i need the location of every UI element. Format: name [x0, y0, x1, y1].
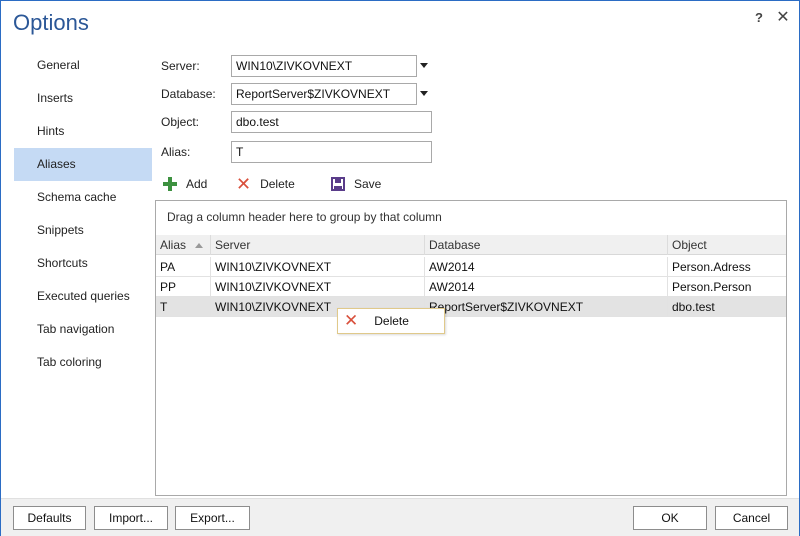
cancel-button[interactable]: Cancel [715, 506, 788, 530]
cell-alias: PP [156, 277, 211, 297]
alias-row: Alias: T [161, 141, 433, 163]
cell-database: AW2014 [425, 257, 668, 277]
database-dropdown-icon[interactable] [420, 91, 428, 96]
help-button[interactable]: ? [749, 9, 769, 27]
sidebar-item-tab-navigation[interactable]: Tab navigation [14, 313, 152, 346]
cell-object: Person.Adress [672, 260, 751, 274]
save-button[interactable]: Save [331, 174, 381, 194]
group-by-panel[interactable]: Drag a column header here to group by th… [156, 201, 786, 235]
context-menu-delete[interactable]: ✕ Delete [340, 311, 442, 331]
server-dropdown-icon[interactable] [420, 63, 428, 68]
server-row: Server: WIN10\ZIVKOVNEXT [161, 55, 441, 77]
column-header-object[interactable]: Object [668, 235, 786, 255]
help-icon: ? [755, 10, 763, 25]
column-header-database[interactable]: Database [425, 235, 668, 255]
save-label: Save [354, 177, 382, 191]
aliases-grid[interactable]: Drag a column header here to group by th… [155, 200, 787, 496]
sidebar-item-shortcuts[interactable]: Shortcuts [14, 247, 152, 280]
import-button[interactable]: Import... [94, 506, 168, 530]
delete-label: Delete [260, 177, 295, 191]
defaults-button[interactable]: Defaults [13, 506, 86, 530]
dialog-footer: Defaults Import... Export... OK Cancel [1, 498, 799, 536]
sidebar-item-aliases[interactable]: Aliases [14, 148, 152, 181]
sidebar-item-hints[interactable]: Hints [14, 115, 152, 148]
sidebar-nav: General Inserts Hints Aliases Schema cac… [14, 49, 152, 379]
delete-x-icon: ✕ [344, 311, 359, 330]
delete-button[interactable]: ✕ Delete [236, 174, 295, 194]
alias-input[interactable]: T [231, 141, 432, 163]
sidebar-item-general[interactable]: General [14, 49, 152, 82]
cell-object: Person.Person [672, 280, 752, 294]
database-row: Database: ReportServer$ZIVKOVNEXT [161, 83, 441, 105]
sort-ascending-icon [195, 243, 204, 249]
alias-label: Alias: [161, 145, 191, 159]
column-header-server[interactable]: Server [211, 235, 425, 255]
cell-alias: T [156, 297, 211, 317]
floppy-icon [331, 177, 345, 191]
options-dialog: Options ? ✕ General Inserts Hints Aliase… [0, 0, 800, 536]
cell-database: ReportServer$ZIVKOVNEXT [425, 297, 668, 317]
context-menu: ✕ Delete [337, 308, 445, 334]
plus-icon [163, 177, 177, 191]
object-label: Object: [161, 115, 200, 129]
table-row-selected[interactable]: T WIN10\ZIVKOVNEXT ReportServer$ZIVKOVNE… [156, 297, 786, 317]
object-row: Object: dbo.test [161, 111, 433, 133]
table-row[interactable]: PA WIN10\ZIVKOVNEXT AW2014 Person.Adress [156, 257, 786, 277]
dialog-title: Options [13, 10, 89, 35]
cell-server: WIN10\ZIVKOVNEXT [211, 277, 425, 297]
close-button[interactable]: ✕ [773, 9, 793, 27]
add-label: Add [186, 177, 208, 191]
delete-x-icon: ✕ [236, 174, 252, 194]
grid-header: Alias Server Database Object [156, 235, 786, 255]
database-label: Database: [161, 87, 216, 101]
cell-alias: PA [156, 257, 211, 277]
context-menu-delete-label: Delete [374, 314, 409, 328]
sidebar-item-tab-coloring[interactable]: Tab coloring [14, 346, 152, 379]
export-button[interactable]: Export... [175, 506, 250, 530]
sidebar-item-inserts[interactable]: Inserts [14, 82, 152, 115]
cell-server: WIN10\ZIVKOVNEXT [211, 257, 425, 277]
cell-object: dbo.test [672, 300, 715, 314]
sidebar-item-executed-queries[interactable]: Executed queries [14, 280, 152, 313]
add-button[interactable]: Add [163, 174, 207, 194]
sidebar-item-snippets[interactable]: Snippets [14, 214, 152, 247]
server-combo[interactable]: WIN10\ZIVKOVNEXT [231, 55, 417, 77]
sidebar-item-schema-cache[interactable]: Schema cache [14, 181, 152, 214]
server-label: Server: [161, 59, 200, 73]
column-header-alias[interactable]: Alias [156, 235, 211, 255]
cell-database: AW2014 [425, 277, 668, 297]
table-row[interactable]: PP WIN10\ZIVKOVNEXT AW2014 Person.Person [156, 277, 786, 297]
ok-button[interactable]: OK [633, 506, 707, 530]
object-input[interactable]: dbo.test [231, 111, 432, 133]
database-combo[interactable]: ReportServer$ZIVKOVNEXT [231, 83, 417, 105]
close-icon: ✕ [776, 9, 790, 26]
column-header-alias-label: Alias [160, 238, 187, 252]
